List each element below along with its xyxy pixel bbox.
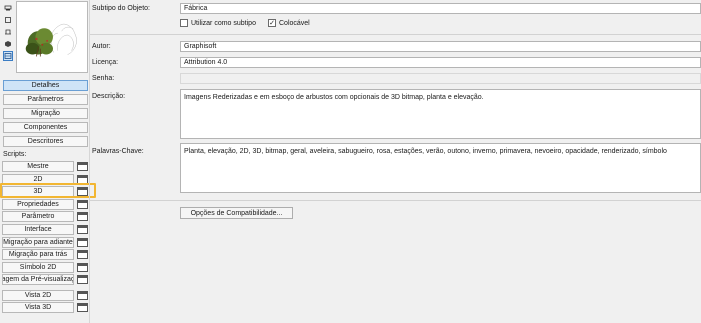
nav-migration-button[interactable]: Migração — [3, 108, 88, 119]
side-view-icon[interactable] — [3, 27, 13, 37]
section-divider — [90, 200, 701, 201]
open-window-icon[interactable] — [77, 238, 88, 247]
script-row-2d-symbol: Símbolo 2D — [2, 262, 88, 273]
script-interface-button[interactable]: Interface — [2, 224, 74, 235]
password-field — [180, 73, 701, 84]
open-window-icon[interactable] — [77, 291, 88, 300]
script-properties-button[interactable]: Propriedades — [2, 199, 74, 210]
view-icons — [3, 3, 15, 63]
shrub-preview-icon — [25, 23, 77, 57]
script-row-master: Mestre — [2, 161, 88, 172]
open-window-icon[interactable] — [77, 225, 88, 234]
scripts-label: Scripts: — [3, 151, 27, 158]
license-label: Licença: — [92, 59, 119, 66]
object-preview-image — [16, 1, 88, 73]
script-master-button[interactable]: Mestre — [2, 161, 74, 172]
nav-descriptors-button[interactable]: Descritores — [3, 136, 88, 147]
script-2d-symbol-button[interactable]: Símbolo 2D — [2, 262, 74, 273]
script-row-interface: Interface — [2, 224, 88, 235]
panel-divider — [89, 0, 90, 323]
script-parameter-button[interactable]: Parâmetro — [2, 211, 74, 222]
checkbox-box[interactable] — [180, 19, 188, 27]
author-field[interactable]: Graphisoft — [180, 41, 701, 52]
script-3d-view-button[interactable]: Vista 3D — [2, 302, 74, 313]
description-textarea[interactable]: Imagens Rederizadas e em esboço de arbus… — [180, 89, 701, 139]
nav-details-button[interactable]: Detalhes — [3, 80, 88, 91]
script-backward-migration-button[interactable]: Migração para trás — [2, 249, 74, 260]
password-label: Senha: — [92, 75, 115, 82]
script-row-preview-image: Imagem da Pré-visualização — [2, 274, 88, 285]
use-as-subtype-checkbox[interactable]: Utilizar como subtipo — [180, 19, 256, 27]
open-window-icon[interactable] — [77, 162, 88, 171]
script-row-forward-migration: Migração para adiante — [2, 237, 88, 248]
open-window-icon[interactable] — [77, 275, 88, 284]
compatibility-options-button[interactable]: Opções de Compatibilidade... — [180, 207, 293, 219]
script-forward-migration-button[interactable]: Migração para adiante — [2, 237, 74, 248]
script-row-properties: Propriedades — [2, 199, 88, 210]
subtype-field[interactable]: Fábrica — [180, 3, 701, 14]
script-2d-view-button[interactable]: Vista 2D — [2, 290, 74, 301]
3d-view-icon[interactable] — [3, 39, 13, 49]
script-row-2d-view: Vista 2D — [2, 290, 88, 301]
open-window-icon[interactable] — [77, 303, 88, 312]
keywords-label: Palavras-Chave: — [92, 148, 144, 155]
checkmark-icon[interactable]: ✓ — [268, 19, 276, 27]
placeable-label: Colocável — [279, 19, 310, 27]
keywords-textarea[interactable]: Planta, elevação, 2D, 3D, bitmap, geral,… — [180, 143, 701, 193]
open-window-icon[interactable] — [77, 200, 88, 209]
view-settings-icon[interactable] — [3, 3, 13, 13]
subtype-label: Subtipo do Objeto: — [92, 5, 150, 12]
placeable-checkbox[interactable]: ✓ Colocável — [268, 19, 310, 27]
3d-script-highlight — [0, 183, 96, 198]
description-label: Descrição: — [92, 93, 126, 100]
license-field[interactable]: Attribution 4.0 — [180, 57, 701, 68]
author-label: Autor: — [92, 43, 111, 50]
open-window-icon[interactable] — [77, 212, 88, 221]
preview-view-icon[interactable] — [3, 51, 13, 61]
open-window-icon[interactable] — [77, 250, 88, 259]
script-row-backward-migration: Migração para trás — [2, 249, 88, 260]
plan-view-icon[interactable] — [3, 15, 13, 25]
open-window-icon[interactable] — [77, 263, 88, 272]
script-preview-image-button[interactable]: Imagem da Pré-visualização — [2, 274, 74, 285]
nav-components-button[interactable]: Componentes — [3, 122, 88, 133]
script-row-3d-view: Vista 3D — [2, 302, 88, 313]
section-divider — [90, 34, 701, 35]
use-as-subtype-label: Utilizar como subtipo — [191, 19, 256, 27]
script-row-parameter: Parâmetro — [2, 211, 88, 222]
nav-parameters-button[interactable]: Parâmetros — [3, 94, 88, 105]
